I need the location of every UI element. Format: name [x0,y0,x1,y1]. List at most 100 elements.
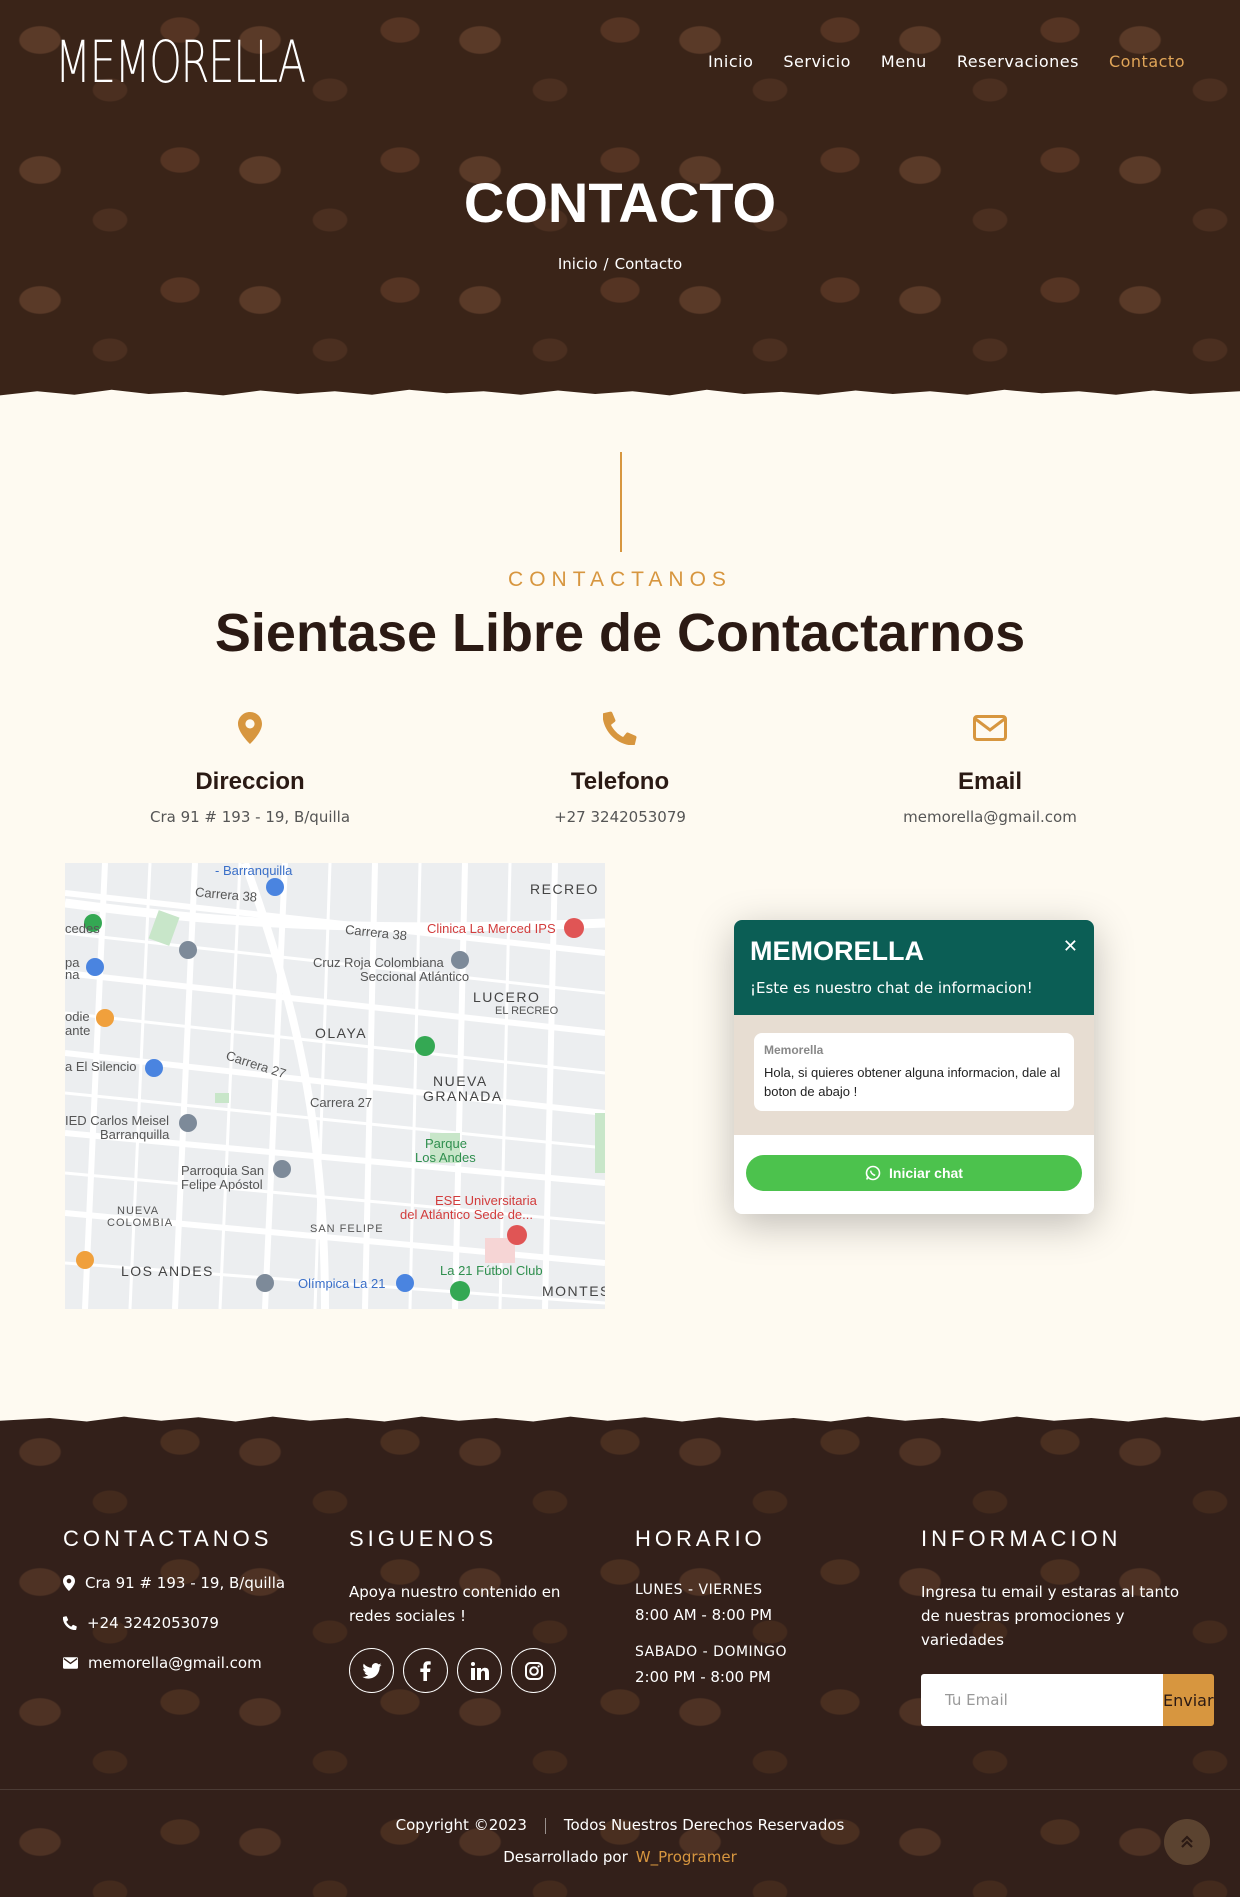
map-label: Parque [425,1136,467,1151]
social-links [349,1648,589,1693]
footer-email-text[interactable]: memorella@gmail.com [88,1654,262,1672]
map-label: ante [65,1023,91,1038]
info-title: Direccion [195,768,305,795]
start-chat-label: Iniciar chat [889,1165,963,1181]
page-title: CONTACTO [463,171,777,234]
map-label: SAN FELIPE [310,1223,384,1235]
footer-newsletter: INFORMACION Ingresa tu email y estaras a… [921,1526,1214,1726]
developer-link[interactable]: W_Programer [636,1848,737,1866]
map-marker-icon [63,1575,75,1591]
breadcrumb-home[interactable]: Inicio [558,255,598,273]
copyright: Copyright ©2023 Todos Nuestros Derechos R… [0,1816,1240,1834]
start-chat-button[interactable]: Iniciar chat [746,1155,1082,1191]
map-label: COLOMBIA [107,1217,174,1229]
footer-phone-text: +24 3242053079 [87,1614,219,1632]
map-label: LUCERO [473,989,541,1005]
chat-widget: MEMORELLA ¡Este es nuestro chat de infor… [734,920,1094,1214]
map-label: - Barranquilla [215,863,293,878]
chat-title: MEMORELLA [750,936,924,966]
envelope-icon [840,708,1140,748]
rights-text: Todos Nuestros Derechos Reservados [563,1816,845,1834]
info-title: Email [957,768,1023,795]
whatsapp-icon [865,1165,881,1181]
logo-text: MEMORELLA [55,28,306,96]
envelope-icon [63,1657,78,1669]
hours-day: SABADO - DOMINGO [635,1644,788,1660]
info-email: Email memorella@gmail.com [840,708,1140,826]
map-label: NUEVA [117,1205,160,1217]
phone-icon [470,708,770,748]
footer-contact: CONTACTANOS Cra 91 # 193 - 19, B/quilla … [63,1526,313,1672]
decorative-line [620,452,622,552]
developer-credit: Desarrollado por W_Programer [0,1848,1240,1866]
footer-heading: CONTACTANOS [63,1526,273,1551]
close-icon[interactable]: ✕ [1063,936,1078,957]
logo[interactable]: MEMORELLA [55,30,345,94]
footer-divider [0,1789,1240,1790]
info-address: Direccion Cra 91 # 193 - 19, B/quilla [100,708,400,826]
map-label: MONTES [542,1283,605,1299]
email-input[interactable] [921,1674,1163,1726]
send-button[interactable]: Enviar [1163,1674,1214,1726]
info-title: Telefono [570,768,670,795]
hours-time: 2:00 PM - 8:00 PM [635,1668,771,1686]
phone-icon [63,1616,77,1630]
chat-subtitle: ¡Este es nuestro chat de informacion! [750,979,1033,997]
section-title: Sientase Libre de Contactarnos [214,603,1026,663]
info-value: Cra 91 # 193 - 19, B/quilla [149,808,351,826]
section-eyebrow: CONTACTANOS [508,568,732,591]
nav-item-menu[interactable]: Menu [881,52,927,71]
map-label: Los Andes [415,1150,476,1165]
nav-item-reservaciones[interactable]: Reservaciones [957,52,1079,71]
newsletter-form: Enviar [921,1674,1214,1726]
linkedin-icon[interactable] [457,1648,502,1693]
map-label: LOS ANDES [121,1263,214,1279]
map-label: Parroquia San [181,1163,265,1178]
map-label: Seccional Atlántico [360,969,470,984]
info-phone: Telefono +27 3242053079 [470,708,770,826]
nav-item-inicio[interactable]: Inicio [708,52,753,71]
map-label: Cruz Roja Colombiana [313,955,444,970]
map-label: ESE Universitaria [435,1193,537,1208]
map-label: IED Carlos Meisel [65,1113,170,1128]
double-chevron-up-icon [1181,1835,1193,1848]
map-label: a El Silencio [65,1059,137,1074]
map-label: GRANADA [423,1088,503,1104]
chat-body: Memorella Hola, si quieres obtener algun… [734,1015,1094,1135]
map-label: Clinica La Merced IPS [427,921,556,936]
instagram-icon[interactable] [511,1648,556,1693]
nav-item-servicio[interactable]: Servicio [783,52,851,71]
footer-email: memorella@gmail.com [63,1654,313,1672]
footer-heading: HORARIO [635,1526,766,1551]
map-label: EL RECREO [495,1005,559,1017]
map-label: La 21 Fútbol Club [440,1263,543,1278]
breadcrumb-separator: / [603,255,609,273]
location-map[interactable]: - Barranquilla Carrera 38 RECREO Clinica… [65,863,605,1309]
nav-item-contacto[interactable]: Contacto [1109,52,1185,71]
divider [544,1817,546,1834]
newsletter-text: Ingresa tu email y estaras al tanto de n… [921,1583,1180,1649]
chat-message: Hola, si quieres obtener alguna informac… [764,1065,1061,1099]
map-label: NUEVA [433,1073,488,1089]
hours-day: LUNES - VIERNES [635,1582,763,1598]
info-value: +27 3242053079 [554,808,686,826]
map-label: Carrera 27 [310,1095,373,1110]
main-nav: Inicio Servicio Menu Reservaciones Conta… [708,52,1185,71]
hours-time: 8:00 AM - 8:00 PM [635,1606,773,1624]
twitter-icon[interactable] [349,1648,394,1693]
chat-sender: Memorella [764,1043,824,1057]
footer-heading: INFORMACION [921,1526,1122,1551]
back-to-top-button[interactable] [1164,1819,1210,1865]
map-marker-icon [100,708,400,748]
chat-footer: Iniciar chat [734,1135,1094,1211]
footer-follow-text: Apoya nuestro contenido en redes sociale… [349,1583,561,1625]
footer-hours: HORARIO LUNES - VIERNES 8:00 AM - 8:00 P… [635,1526,855,1686]
map-label: RECREO [530,881,599,897]
site-footer: CONTACTANOS Cra 91 # 193 - 19, B/quilla … [0,1412,1240,1897]
facebook-icon[interactable] [403,1648,448,1693]
map-label: Barranquilla [100,1127,170,1142]
breadcrumb: Inicio / Contacto [0,255,1240,273]
info-value[interactable]: memorella@gmail.com [840,808,1140,826]
map-label: Felipe Apóstol [181,1177,263,1192]
footer-address: Cra 91 # 193 - 19, B/quilla [63,1574,313,1592]
